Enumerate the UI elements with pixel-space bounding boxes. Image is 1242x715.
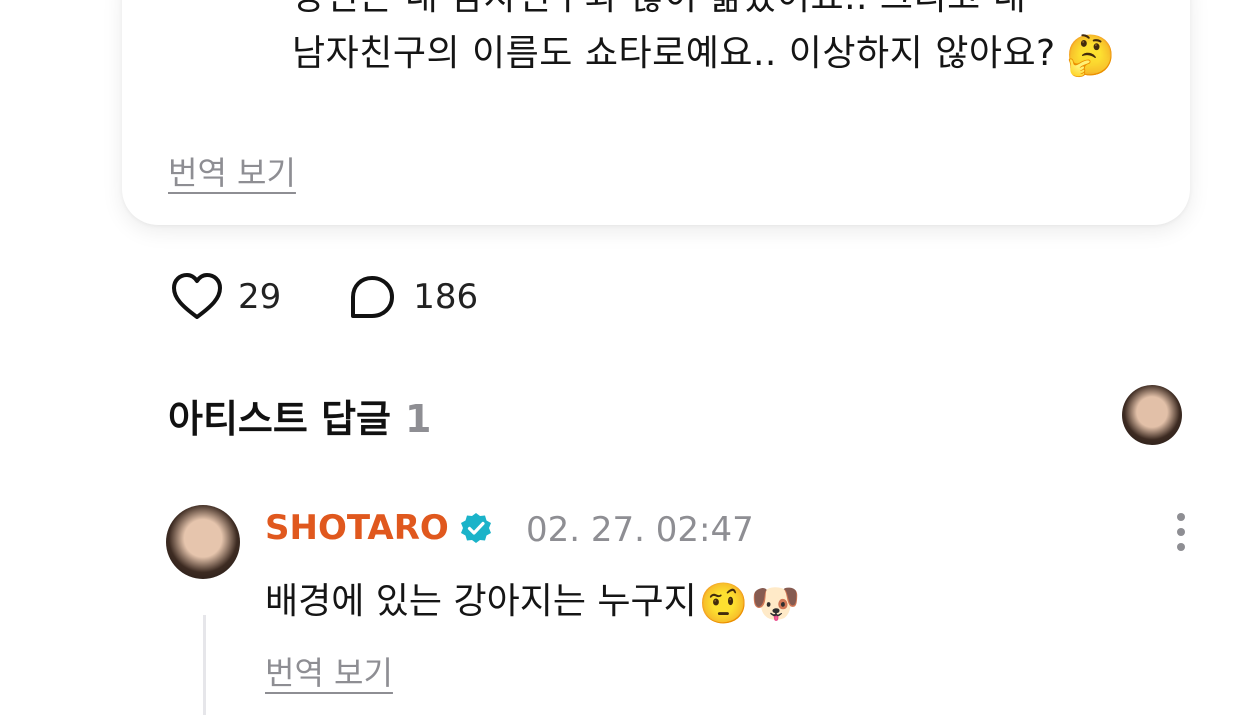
post-body: 당신은 내 남자친구와 많이 닮았어요.. 그리고 내 남자친구의 이름도 쇼타…: [292, 0, 1116, 84]
like-button[interactable]: 29: [170, 272, 281, 322]
post-text-line-1: 당신은 내 남자친구와 많이 닮았어요.. 그리고 내: [292, 0, 1116, 26]
post-actions: 29 186: [170, 272, 478, 322]
reply-timestamp: 02. 27. 02:47: [526, 510, 754, 550]
reply-author-name: SHOTARO: [265, 508, 449, 548]
post-text-line-2-content: 남자친구의 이름도 쇼타로예요.. 이상하지 않아요?: [292, 33, 1056, 74]
post-translate-link[interactable]: 번역 보기: [168, 148, 296, 194]
artist-avatar[interactable]: [1122, 385, 1182, 445]
post-text-line-2: 남자친구의 이름도 쇼타로예요.. 이상하지 않아요? 🤔: [292, 26, 1116, 84]
reply-body: 배경에 있는 강아지는 누구지🤨🐶: [265, 572, 800, 627]
verified-badge-icon: [460, 513, 491, 543]
raised-eyebrow-emoji: 🤨: [698, 581, 749, 627]
reply-text: 배경에 있는 강아지는 누구지: [265, 581, 697, 622]
like-count: 29: [238, 277, 282, 317]
thread-line: [203, 615, 206, 715]
thinking-emoji: 🤔: [1065, 33, 1116, 79]
artist-replies-header: 아티스트 답글 1: [168, 388, 431, 443]
reply-author-avatar[interactable]: [166, 505, 240, 579]
artist-replies-count: 1: [405, 397, 432, 441]
comment-count: 186: [413, 277, 479, 317]
heart-icon: [172, 273, 222, 319]
reply-author[interactable]: SHOTARO: [265, 508, 493, 548]
reply-translate-link[interactable]: 번역 보기: [265, 648, 393, 694]
artist-replies-title: 아티스트 답글: [168, 397, 391, 441]
comment-bubble-icon: [351, 276, 395, 318]
more-vertical-icon[interactable]: [1166, 510, 1196, 554]
comment-button[interactable]: 186: [345, 272, 478, 322]
dog-emoji: 🐶: [750, 581, 801, 627]
